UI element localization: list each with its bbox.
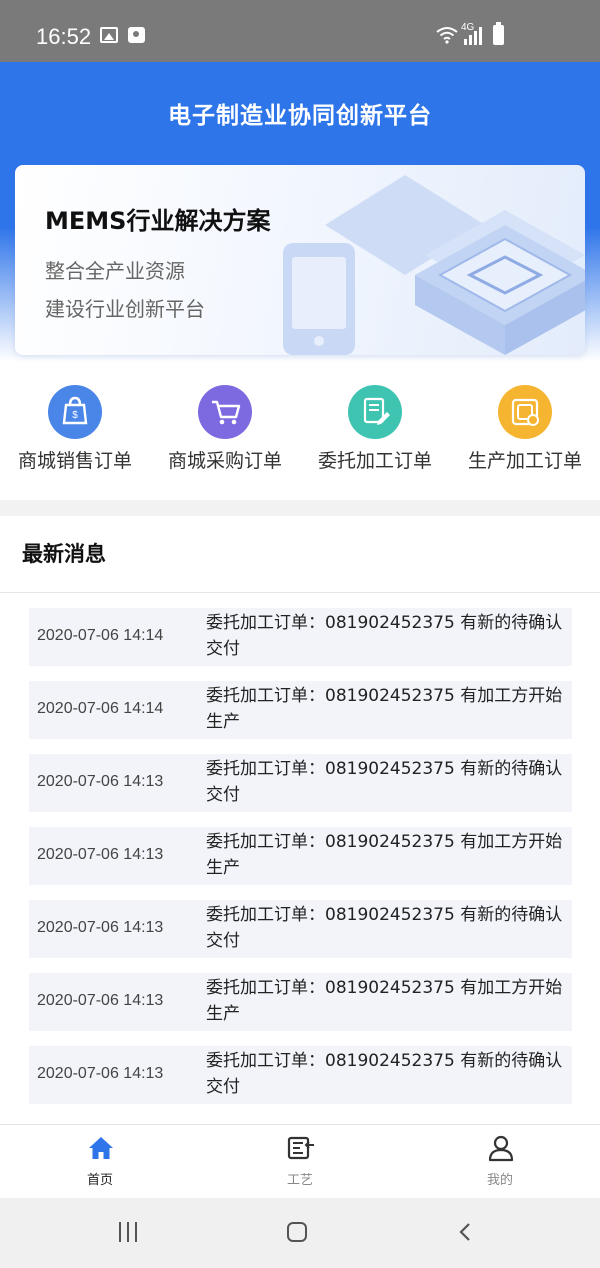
- tab-home[interactable]: 首页: [0, 1125, 200, 1199]
- news-time: 2020-07-06 14:14: [37, 700, 164, 717]
- quick-menu: $ 商城销售订单 商城采购订单 委托加工订单 生产加工订单: [0, 380, 600, 490]
- wifi-icon: [436, 27, 458, 44]
- status-time: 16:52: [36, 24, 92, 49]
- camera-icon: [128, 27, 145, 43]
- home-icon: [89, 1137, 113, 1159]
- banner-subtitle-1: 整合全产业资源: [45, 259, 185, 283]
- promo-banner[interactable]: MEMS行业解决方案 整合全产业资源 建设行业创新平台: [15, 165, 585, 355]
- page-title: 电子制造业协同创新平台: [168, 103, 432, 129]
- news-text: 委托加工订单：081902452375 有新的待确认交付: [206, 613, 563, 659]
- news-text: 委托加工订单：081902452375 有新的待确认交付: [206, 905, 563, 951]
- divider: [0, 592, 600, 593]
- document-edit-icon: [363, 397, 390, 425]
- news-item[interactable]: 2020-07-06 14:14 委托加工订单：081902452375 有新的…: [29, 608, 572, 666]
- news-time: 2020-07-06 14:13: [37, 992, 164, 1009]
- news-text: 委托加工订单：081902452375 有加工方开始生产: [206, 832, 563, 878]
- news-text: 委托加工订单：081902452375 有新的待确认交付: [206, 759, 563, 805]
- quick-icon-circle: [198, 385, 252, 439]
- quick-label: 委托加工订单: [317, 450, 432, 472]
- quick-item-entrust-order[interactable]: 委托加工订单: [300, 380, 450, 490]
- quick-icon-circle: $: [48, 385, 102, 439]
- news-time: 2020-07-06 14:13: [37, 773, 164, 790]
- recents-button[interactable]: [119, 1222, 139, 1242]
- mems-illustration: [283, 175, 585, 355]
- quick-label: 商城采购订单: [167, 450, 282, 472]
- news-text: 委托加工订单：081902452375 有新的待确认交付: [206, 1051, 563, 1097]
- production-icon: [511, 398, 539, 426]
- shopping-cart-icon: [212, 400, 241, 425]
- svg-text:$: $: [72, 410, 78, 421]
- quick-icon-circle: [498, 385, 552, 439]
- gallery-icon: [100, 27, 118, 43]
- banner-subtitle-2: 建设行业创新平台: [45, 297, 205, 321]
- news-text: 委托加工订单：081902452375 有加工方开始生产: [206, 686, 563, 732]
- quick-item-sales-order[interactable]: $ 商城销售订单: [0, 380, 150, 490]
- news-item[interactable]: 2020-07-06 14:14 委托加工订单：081902452375 有加工…: [29, 681, 572, 739]
- news-time: 2020-07-06 14:13: [37, 1065, 164, 1082]
- home-button[interactable]: [287, 1222, 307, 1242]
- signal-icon: [464, 27, 482, 45]
- tab-label: 工艺: [286, 1173, 313, 1188]
- news-list: 2020-07-06 14:14 委托加工订单：081902452375 有新的…: [29, 608, 572, 1119]
- news-text: 委托加工订单：081902452375 有加工方开始生产: [206, 978, 563, 1024]
- quick-item-purchase-order[interactable]: 商城采购订单: [150, 380, 300, 490]
- process-icon: [287, 1136, 314, 1160]
- system-navigation-bar: [0, 1198, 600, 1268]
- quick-label: 商城销售订单: [17, 450, 132, 472]
- bottom-tab-bar: 首页 工艺 我的: [0, 1124, 600, 1198]
- news-item[interactable]: 2020-07-06 14:13 委托加工订单：081902452375 有加工…: [29, 973, 572, 1031]
- shopping-bag-icon: $: [62, 396, 88, 425]
- news-item[interactable]: 2020-07-06 14:13 委托加工订单：081902452375 有新的…: [29, 754, 572, 812]
- quick-item-production-order[interactable]: 生产加工订单: [450, 380, 600, 490]
- tab-profile[interactable]: 我的: [400, 1125, 600, 1199]
- tab-label: 首页: [86, 1173, 113, 1188]
- news-item[interactable]: 2020-07-06 14:13 委托加工订单：081902452375 有新的…: [29, 900, 572, 958]
- back-button[interactable]: [458, 1222, 472, 1242]
- news-item[interactable]: 2020-07-06 14:13 委托加工订单：081902452375 有加工…: [29, 827, 572, 885]
- status-bar: 16:52 4G: [0, 0, 600, 62]
- news-time: 2020-07-06 14:14: [37, 627, 164, 644]
- quick-icon-circle: [348, 385, 402, 439]
- banner-title: MEMS行业解决方案: [45, 207, 271, 235]
- tab-process[interactable]: 工艺: [200, 1125, 400, 1199]
- news-heading: 最新消息: [22, 542, 106, 566]
- section-divider: [0, 500, 600, 516]
- news-time: 2020-07-06 14:13: [37, 919, 164, 936]
- battery-icon: [493, 22, 504, 45]
- profile-icon: [488, 1135, 514, 1162]
- tab-label: 我的: [486, 1173, 513, 1188]
- quick-label: 生产加工订单: [467, 450, 582, 472]
- news-time: 2020-07-06 14:13: [37, 846, 164, 863]
- news-item[interactable]: 2020-07-06 14:13 委托加工订单：081902452375 有新的…: [29, 1046, 572, 1104]
